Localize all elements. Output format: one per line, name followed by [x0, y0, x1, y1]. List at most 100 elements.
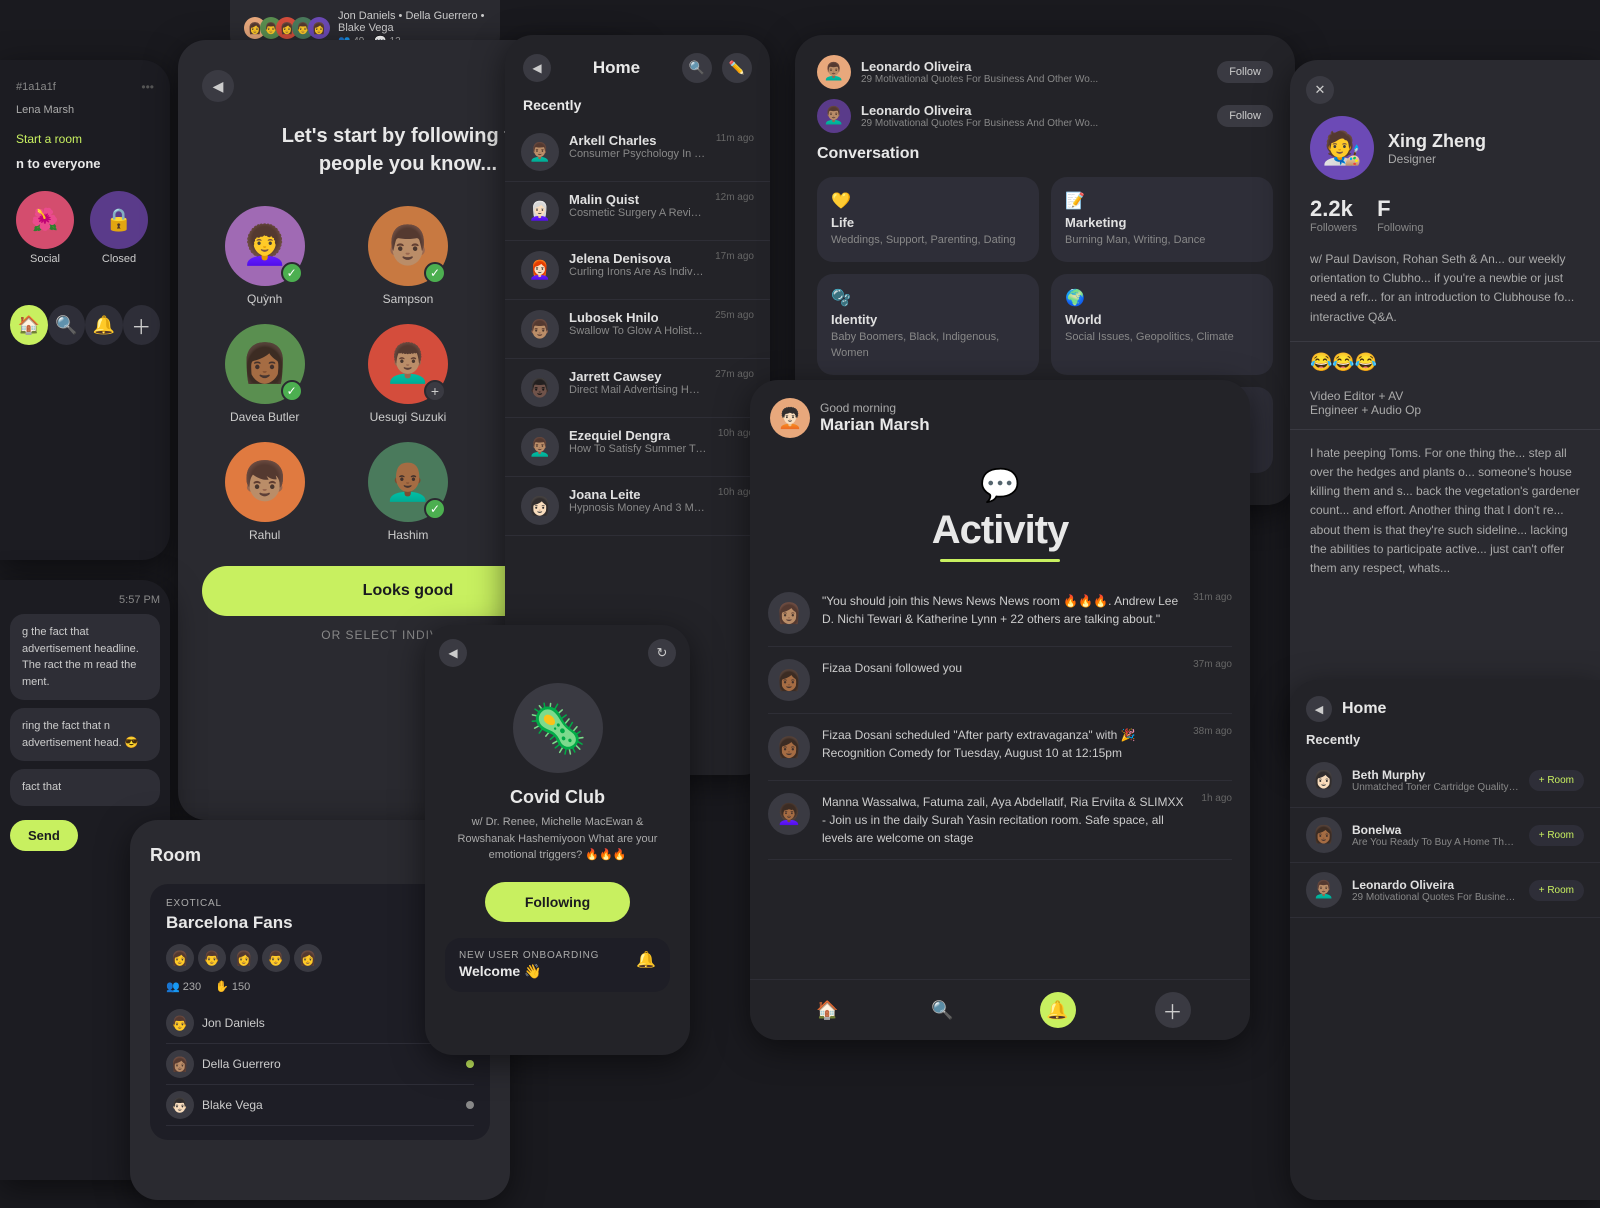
topic-world[interactable]: 🌍 World Social Issues, Geopolitics, Clim… [1051, 274, 1273, 375]
home2-back-btn[interactable]: ◀ [1306, 696, 1332, 722]
joana-time: 10h ago [718, 487, 754, 498]
home-edit-icon[interactable]: ✏️ [722, 53, 752, 83]
topic-life[interactable]: 💛 Life Weddings, Support, Parenting, Dat… [817, 177, 1039, 262]
room-member-name-blake: Blake Vega [202, 1098, 263, 1112]
leonardo-room-btn[interactable]: + Room [1529, 880, 1584, 901]
refresh-icon[interactable]: ↻ [648, 639, 676, 667]
activity-user-avatar: 🧑🏻‍🦱 [770, 398, 810, 438]
nav-plus-icon[interactable]: ＋ [1155, 992, 1191, 1028]
room-stat-hands: ✋ 150 [215, 980, 250, 993]
arkell-name: Arkell Charles [569, 133, 706, 148]
life-name: Life [831, 215, 1025, 230]
convo-joana[interactable]: 👩🏻 Joana Leite Hypnosis Money And 3 Majo… [505, 477, 770, 536]
home-back-btn[interactable]: ◀ [523, 54, 551, 82]
room-member-avatar-5: 👩 [294, 944, 322, 972]
convo-arkell[interactable]: 👨🏽‍🦱 Arkell Charles Consumer Psychology … [505, 123, 770, 182]
plus-nav-icon[interactable]: ＋ [123, 305, 161, 345]
follow-btn-1[interactable]: Follow [1217, 61, 1273, 83]
chat-bubble-icon: 💬 [770, 466, 1230, 504]
lubosek-time: 25m ago [715, 310, 754, 321]
arkell-avatar: 👨🏽‍🦱 [521, 133, 559, 171]
profile-bio: w/ Paul Davison, Rohan Seth & An... our … [1290, 250, 1600, 342]
following-button[interactable]: Following [485, 882, 630, 922]
beth-avatar: 👩🏻 [1306, 762, 1342, 798]
activity-item-4[interactable]: 👩🏾‍🦱 Manna Wassalwa, Fatuma zali, Aya Ab… [768, 781, 1232, 860]
home-nav-icon[interactable]: 🏠 [10, 305, 48, 345]
activity-bottom-nav: 🏠 🔍 🔔 ＋ [750, 979, 1250, 1040]
follow-btn-2[interactable]: Follow [1217, 105, 1273, 127]
nav-bell-icon[interactable]: 🔔 [1040, 992, 1076, 1028]
social-icon-item[interactable]: 🌺 Social [16, 191, 74, 265]
activity-item-3[interactable]: 👩🏾 Fizaa Dosani scheduled "After party e… [768, 714, 1232, 781]
covid-back-btn[interactable]: ◀ [439, 639, 467, 667]
check-badge-2: ✓ [424, 262, 446, 284]
activity-text-2: Fizaa Dosani followed you [822, 659, 1181, 677]
lubosek-name: Lubosek Hnilo [569, 310, 705, 325]
person-sampson[interactable]: 👨🏽✓ Sampson [345, 206, 470, 306]
closed-icon-item[interactable]: 🔒 Closed [90, 191, 148, 265]
chat-bubble-2: ring the fact that n advertisement head.… [10, 708, 160, 761]
convo-lubosek[interactable]: 👨🏽 Lubosek Hnilo Swallow To Glow A Holis… [505, 300, 770, 359]
convo-jarrett[interactable]: 👨🏿 Jarrett Cawsey Direct Mail Advertisin… [505, 359, 770, 418]
malin-time: 12m ago [715, 192, 754, 203]
check-badge: ✓ [281, 262, 303, 284]
beth-name: Beth Murphy [1352, 768, 1519, 782]
explore-nav-icon[interactable]: 🔍 [48, 305, 86, 345]
marketing-sub: Burning Man, Writing, Dance [1065, 233, 1259, 248]
room-member-2: 👩🏽 Della Guerrero [166, 1044, 474, 1085]
nav-explore-icon[interactable]: 🔍 [925, 992, 961, 1028]
world-emoji: 🌍 [1065, 288, 1259, 308]
person-hashim[interactable]: 👨🏾‍🦲✓ Hashim [345, 442, 470, 542]
bonelwa-name: Bonelwa [1352, 823, 1519, 837]
room-member-name-della: Della Guerrero [202, 1057, 281, 1071]
nav-home-icon[interactable]: 🏠 [810, 992, 846, 1028]
convo-jelena[interactable]: 👩🏻‍🦰 Jelena Denisova Curling Irons Are A… [505, 241, 770, 300]
convo-ezequiel[interactable]: 👨🏽‍🦱 Ezequiel Dengra How To Satisfy Summ… [505, 418, 770, 477]
profile-close-btn[interactable]: ✕ [1306, 76, 1334, 104]
malin-avatar: 👩🏻‍🦳 [521, 192, 559, 230]
activity-time-4: 1h ago [1201, 793, 1232, 804]
home-search-icon[interactable]: 🔍 [682, 53, 712, 83]
identity-emoji: 🫧 [831, 288, 1025, 308]
room-member-3: 👨🏻 Blake Vega [166, 1085, 474, 1126]
covid-club-avatar: 🦠 [513, 683, 603, 773]
home2-leonardo[interactable]: 👨🏽‍🦱 Leonardo Oliveira 29 Motivational Q… [1290, 863, 1600, 918]
convo-malin[interactable]: 👩🏻‍🦳 Malin Quist Cosmetic Surgery A Revi… [505, 182, 770, 241]
person-name-uesugi: Uesugi Suzuki [370, 410, 447, 424]
bonelwa-room-btn[interactable]: + Room [1529, 825, 1584, 846]
send-button[interactable]: Send [10, 820, 78, 851]
activity-avatar-3: 👩🏾 [768, 726, 810, 768]
suggest-avatar-2: 👨🏽‍🦱 [817, 99, 851, 133]
following-back-btn[interactable]: ◀ [202, 70, 234, 102]
home2-beth[interactable]: 👩🏻 Beth Murphy Unmatched Toner Cartridge… [1290, 753, 1600, 808]
room-member-avatar-della: 👩🏽 [166, 1050, 194, 1078]
activity-item-1[interactable]: 👩🏽 "You should join this News News News … [768, 580, 1232, 647]
person-quynh[interactable]: 👩‍🦱✓ Quỳnh [202, 206, 327, 306]
room-stat-people: 👥 230 [166, 980, 201, 993]
room-card-name-text: Barcelona Fans [166, 913, 293, 934]
bell-icon[interactable]: 🔔 [636, 950, 656, 970]
activity-time-3: 38m ago [1193, 726, 1232, 737]
person-davea[interactable]: 👩🏾✓ Davea Butler [202, 324, 327, 424]
topic-marketing[interactable]: 📝 Marketing Burning Man, Writing, Dance [1051, 177, 1273, 262]
bell-nav-icon[interactable]: 🔔 [85, 305, 123, 345]
world-name: World [1065, 312, 1259, 327]
life-sub: Weddings, Support, Parenting, Dating [831, 233, 1025, 248]
person-rahul[interactable]: 👦🏽 Rahul [202, 442, 327, 542]
person-name-quynh: Quỳnh [247, 292, 282, 306]
beth-room-btn[interactable]: + Room [1529, 770, 1584, 791]
leonardo-name: Leonardo Oliveira [1352, 878, 1519, 892]
home2-bonelwa[interactable]: 👩🏾 Bonelwa Are You Ready To Buy A Home T… [1290, 808, 1600, 863]
check-badge-4: ✓ [281, 380, 303, 402]
room-member-avatar-jon: 👨 [166, 1009, 194, 1037]
onboarding-card[interactable]: 🔔 NEW USER ONBOARDING Welcome 👋 [445, 938, 670, 992]
leonardo-avatar: 👨🏽‍🦱 [1306, 872, 1342, 908]
ezequiel-desc: How To Satisfy Summer Time Fresh Tomato … [569, 443, 708, 455]
start-room-label: Start a room [0, 126, 170, 156]
jelena-avatar: 👩🏻‍🦰 [521, 251, 559, 289]
activity-item-2[interactable]: 👩🏾 Fizaa Dosani followed you 37m ago [768, 647, 1232, 714]
topic-identity[interactable]: 🫧 Identity Baby Boomers, Black, Indigeno… [817, 274, 1039, 375]
conversation-title: Conversation [817, 145, 1273, 163]
profile-emojis: 😂😂😂 [1290, 342, 1600, 383]
person-uesugi[interactable]: 👨🏽‍🦱+ Uesugi Suzuki [345, 324, 470, 424]
